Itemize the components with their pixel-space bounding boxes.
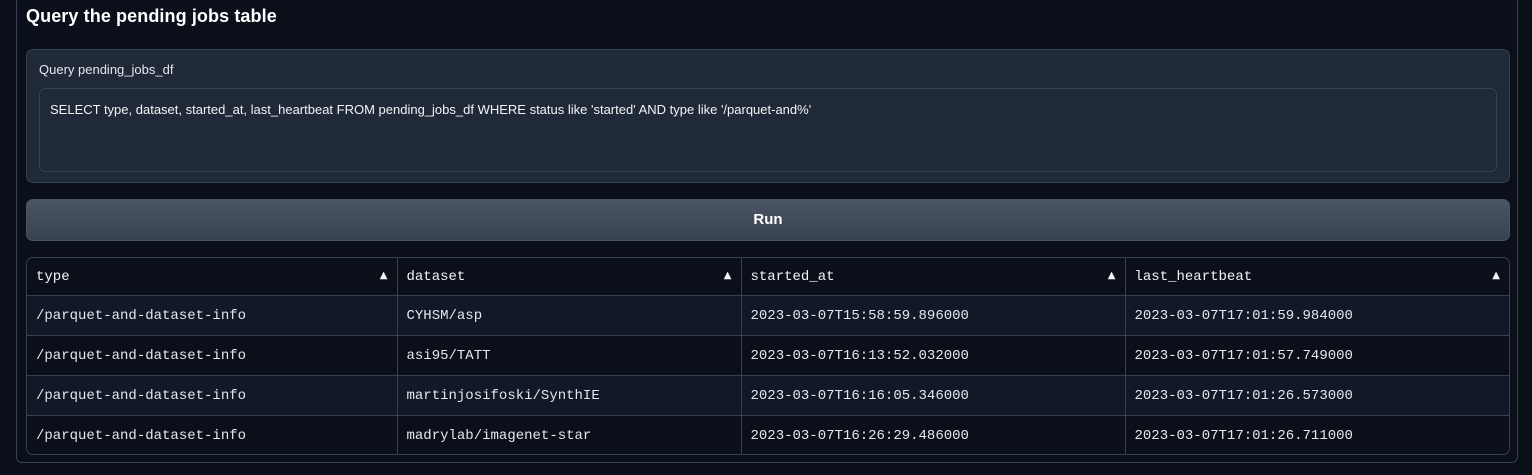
column-header-last-heartbeat[interactable]: last_heartbeat ▲ [1125, 258, 1509, 296]
column-header-dataset[interactable]: dataset ▲ [397, 258, 742, 296]
column-header-label: last_heartbeat [1134, 268, 1253, 285]
table-row: /parquet-and-dataset-info madrylab/image… [27, 415, 1509, 454]
table-row: /parquet-and-dataset-info martinjosifosk… [27, 375, 1509, 416]
query-box: Query pending_jobs_df SELECT type, datas… [26, 49, 1510, 183]
sort-ascending-icon[interactable]: ▲ [1108, 270, 1116, 281]
query-label: Query pending_jobs_df [39, 62, 174, 77]
table-cell-dataset[interactable]: asi95/TATT [397, 335, 742, 376]
run-button[interactable]: Run [26, 199, 1510, 241]
table-cell-type[interactable]: /parquet-and-dataset-info [27, 415, 398, 454]
results-table: type ▲ dataset ▲ started_at ▲ last_heart… [26, 257, 1510, 455]
column-header-label: type [36, 268, 70, 285]
column-header-started-at[interactable]: started_at ▲ [741, 258, 1126, 296]
table-cell-dataset[interactable]: CYHSM/asp [397, 295, 742, 336]
table-header-row: type ▲ dataset ▲ started_at ▲ last_heart… [27, 258, 1509, 296]
section-title: Query the pending jobs table [26, 6, 277, 26]
table-cell-dataset[interactable]: madrylab/imagenet-star [397, 415, 742, 454]
query-textarea[interactable]: SELECT type, dataset, started_at, last_h… [39, 88, 1497, 172]
table-cell-started-at[interactable]: 2023-03-07T16:16:05.346000 [741, 375, 1126, 416]
column-header-label: dataset [406, 268, 466, 285]
table-cell-last-heartbeat[interactable]: 2023-03-07T17:01:26.711000 [1125, 415, 1509, 454]
table-cell-type[interactable]: /parquet-and-dataset-info [27, 335, 398, 376]
table-row: /parquet-and-dataset-info asi95/TATT 202… [27, 335, 1509, 376]
sort-ascending-icon[interactable]: ▲ [724, 270, 732, 281]
table-cell-dataset[interactable]: martinjosifoski/SynthIE [397, 375, 742, 416]
table-cell-type[interactable]: /parquet-and-dataset-info [27, 375, 398, 416]
table-cell-type[interactable]: /parquet-and-dataset-info [27, 295, 398, 336]
table-row: /parquet-and-dataset-info CYHSM/asp 2023… [27, 295, 1509, 336]
column-header-label: started_at [750, 268, 835, 285]
table-cell-last-heartbeat[interactable]: 2023-03-07T17:01:57.749000 [1125, 335, 1509, 376]
column-header-type[interactable]: type ▲ [27, 258, 398, 296]
table-cell-started-at[interactable]: 2023-03-07T15:58:59.896000 [741, 295, 1126, 336]
table-cell-started-at[interactable]: 2023-03-07T16:26:29.486000 [741, 415, 1126, 454]
table-cell-started-at[interactable]: 2023-03-07T16:13:52.032000 [741, 335, 1126, 376]
table-cell-last-heartbeat[interactable]: 2023-03-07T17:01:59.984000 [1125, 295, 1509, 336]
sort-ascending-icon[interactable]: ▲ [380, 270, 388, 281]
table-cell-last-heartbeat[interactable]: 2023-03-07T17:01:26.573000 [1125, 375, 1509, 416]
sort-ascending-icon[interactable]: ▲ [1492, 270, 1500, 281]
